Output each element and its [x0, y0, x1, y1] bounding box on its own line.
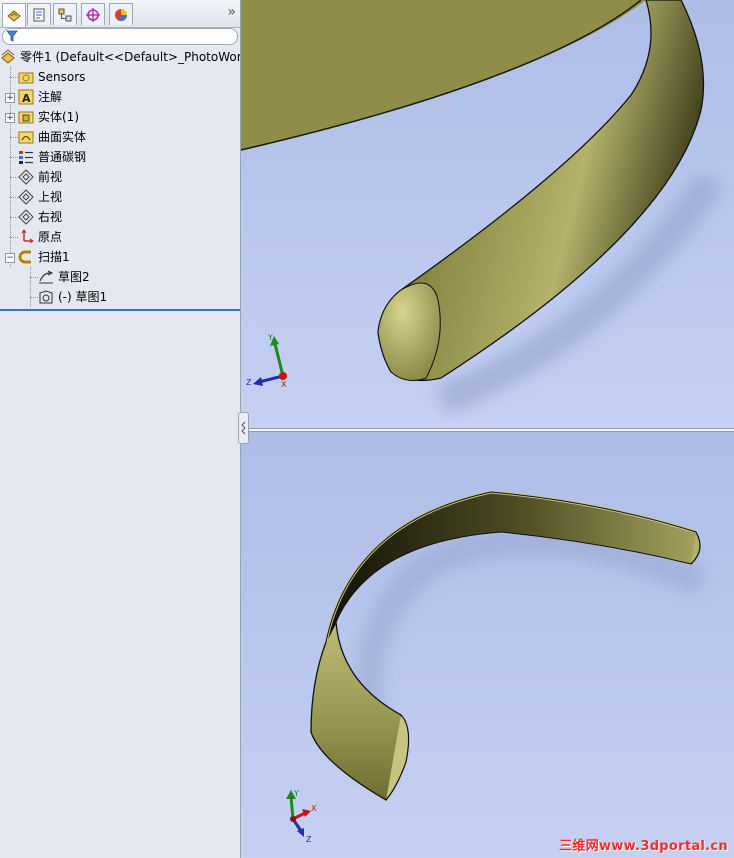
tree-item-annotations[interactable]: A 注解: [18, 87, 238, 107]
display-manager-icon: [115, 8, 127, 21]
tree-item-label: 曲面实体: [38, 130, 87, 144]
tree-item-label: 前视: [38, 170, 63, 184]
tree-line: [10, 77, 18, 78]
tab-dimxpert-manager[interactable]: [81, 3, 105, 25]
filter-icon: [6, 30, 18, 42]
tree-item-front-plane[interactable]: 前视: [18, 167, 238, 187]
sketch-icon: [39, 290, 53, 304]
surface-bodies-icon: [18, 131, 34, 144]
tree-item-label: 扫描1: [38, 250, 70, 264]
origin-icon: [21, 229, 34, 244]
feature-manager-panel: » 零件1 (Default<<Default>_PhotoWorl Senso…: [0, 0, 241, 858]
panel-splitter-handle[interactable]: [238, 412, 249, 444]
property-manager-icon: [33, 8, 45, 21]
tree-line: [10, 157, 18, 158]
tree-item-sensors[interactable]: Sensors: [18, 67, 238, 87]
tree-item-right-plane[interactable]: 右视: [18, 207, 238, 227]
configuration-manager-icon: [58, 8, 72, 21]
tree-line: [10, 237, 18, 238]
axis-label-x: X: [311, 804, 317, 813]
watermark-text: 三维网www.3dportal.cn: [559, 839, 728, 854]
rollback-bar[interactable]: [0, 309, 240, 311]
tree-item-sketch2[interactable]: 草图2: [38, 267, 238, 287]
tree-line: [10, 217, 18, 218]
tree-item-top-plane[interactable]: 上视: [18, 187, 238, 207]
plane-icon: [18, 209, 34, 225]
tree-item-label: Sensors: [38, 70, 86, 84]
expand-toggle[interactable]: +: [5, 93, 15, 103]
graphics-viewport-bottom[interactable]: Y X Z 三维网www.3dportal.cn: [241, 432, 734, 858]
dimxpert-icon: [86, 7, 100, 22]
annotations-icon: A: [18, 89, 34, 105]
tree-item-label: 实体(1): [38, 110, 79, 124]
tree-root-label: 零件1 (Default<<Default>_PhotoWorl: [20, 50, 241, 64]
tree-line: [10, 137, 18, 138]
tree-item-sketch1[interactable]: (-) 草图1: [38, 287, 238, 307]
tree-item-sweep[interactable]: 扫描1: [18, 247, 238, 267]
expand-toggle[interactable]: +: [5, 113, 15, 123]
collapse-toggle[interactable]: −: [5, 253, 15, 263]
tree-line: [10, 197, 18, 198]
tab-display-manager[interactable]: [109, 3, 133, 25]
axis-triad-top: Y Z X: [246, 333, 287, 389]
sensors-folder-icon: [18, 72, 34, 84]
tree-item-solid-bodies[interactable]: 实体(1): [18, 107, 238, 127]
tree-item-origin[interactable]: 原点: [18, 227, 238, 247]
feature-manager-icon: [7, 9, 21, 22]
tree-item-label: 原点: [38, 230, 63, 244]
panel-tab-bar: »: [0, 0, 240, 28]
tree-line: [30, 277, 38, 278]
tree-item-surface-bodies[interactable]: 曲面实体: [18, 127, 238, 147]
sweep-model-view-top: [241, 0, 724, 415]
collapse-panel-button[interactable]: »: [227, 4, 236, 20]
tree-item-material[interactable]: 普通碳钢: [18, 147, 238, 167]
solid-bodies-icon: [18, 111, 34, 124]
tree-line: [30, 297, 38, 298]
sketch-icon: [39, 270, 54, 284]
axis-label-x: X: [281, 380, 287, 389]
plane-icon: [18, 169, 34, 185]
tab-configuration-manager[interactable]: [53, 3, 77, 25]
tree-item-label: 注解: [38, 90, 63, 104]
tree-line: [30, 267, 31, 307]
tree-item-label: (-) 草图1: [58, 290, 108, 304]
axis-label-y: Y: [267, 333, 273, 342]
tree-item-label: 草图2: [58, 270, 90, 284]
tree-item-label: 上视: [38, 190, 63, 204]
tree-item-label: 普通碳钢: [38, 150, 87, 164]
axis-triad-bottom: Y X Z: [286, 789, 317, 844]
tree-filter-field[interactable]: [2, 28, 238, 45]
axis-label-z: Z: [246, 378, 252, 387]
sweep-feature-icon: [18, 250, 31, 264]
tree-root-part[interactable]: 零件1 (Default<<Default>_PhotoWorl: [0, 47, 240, 67]
tab-property-manager[interactable]: [27, 3, 51, 25]
chevron-left-icon: [241, 421, 246, 435]
plane-icon: [18, 189, 34, 205]
tree-item-label: 右视: [38, 210, 63, 224]
material-icon: [19, 151, 33, 164]
tree-line: [10, 177, 18, 178]
graphics-viewport-top[interactable]: Y Z X: [241, 0, 734, 428]
part-icon: [1, 49, 15, 64]
tab-feature-manager[interactable]: [2, 3, 26, 27]
svg-text:A: A: [22, 92, 31, 105]
axis-label-z: Z: [306, 835, 312, 844]
axis-label-y: Y: [293, 789, 299, 798]
